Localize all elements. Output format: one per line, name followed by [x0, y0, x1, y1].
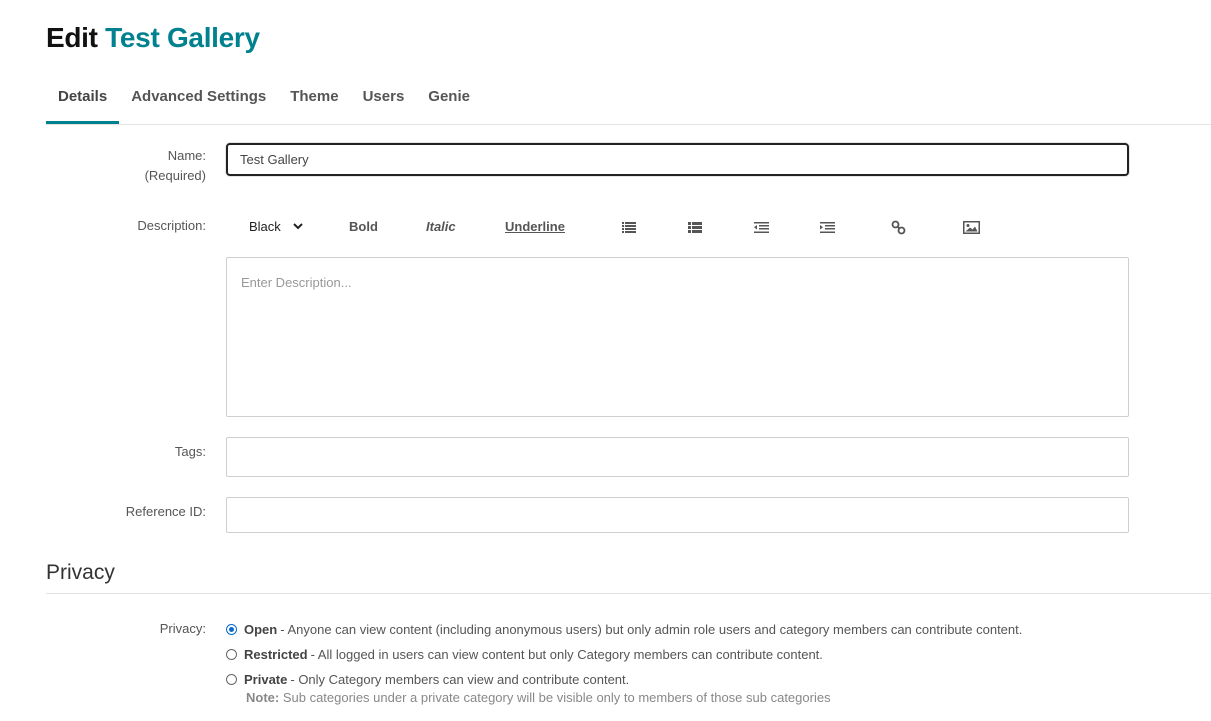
- numbered-list-icon[interactable]: [688, 222, 702, 233]
- bold-button[interactable]: Bold: [349, 219, 378, 234]
- privacy-option-open[interactable]: Open - Anyone can view content (includin…: [226, 619, 1022, 639]
- chevron-down-icon: [293, 223, 304, 230]
- tab-advanced-settings[interactable]: Advanced Settings: [119, 78, 278, 114]
- link-icon[interactable]: [891, 220, 906, 235]
- indent-icon[interactable]: [820, 222, 835, 233]
- tags-label: Tags:: [174, 444, 206, 459]
- privacy-label: Privacy:: [159, 621, 206, 636]
- gallery-name: Test Gallery: [105, 22, 260, 53]
- italic-button[interactable]: Italic: [426, 219, 456, 234]
- description-placeholder: Enter Description...: [241, 275, 352, 290]
- tab-genie[interactable]: Genie: [416, 78, 482, 114]
- option-description: - Anyone can view content (including ano…: [280, 621, 1023, 637]
- radio-open[interactable]: [226, 623, 237, 635]
- description-textarea[interactable]: Enter Description...: [226, 257, 1129, 417]
- radio-restricted[interactable]: [226, 648, 237, 660]
- option-title: Private: [244, 671, 288, 687]
- privacy-section-title: Privacy: [46, 561, 115, 584]
- note-text: Sub categories under a private category …: [279, 690, 831, 705]
- font-color-select[interactable]: Black: [249, 219, 304, 234]
- tab-bar: Details Advanced Settings Theme Users Ge…: [46, 78, 1211, 125]
- bullet-list-icon[interactable]: [622, 222, 636, 233]
- editor-toolbar: Black Bold Italic Underline: [226, 216, 1129, 240]
- outdent-icon[interactable]: [754, 222, 769, 233]
- tab-details[interactable]: Details: [46, 78, 120, 124]
- option-title: Open: [244, 621, 278, 637]
- name-label-text: Name:: [167, 148, 206, 163]
- option-description: - Only Category members can view and con…: [290, 671, 630, 687]
- privacy-option-private[interactable]: Private - Only Category members can view…: [226, 669, 629, 689]
- section-divider: [46, 593, 1211, 594]
- privacy-option-restricted[interactable]: Restricted - All logged in users can vie…: [226, 644, 823, 664]
- reference-id-label: Reference ID:: [125, 504, 206, 519]
- tags-input[interactable]: [226, 437, 1129, 477]
- image-icon[interactable]: [963, 221, 980, 234]
- font-color-value: Black: [249, 219, 281, 234]
- name-required-text: (Required): [144, 168, 206, 183]
- name-label: Name: (Required): [145, 146, 206, 186]
- page-title: Edit Test Gallery: [46, 22, 260, 54]
- option-title: Restricted: [244, 646, 308, 662]
- name-input[interactable]: [226, 143, 1129, 176]
- reference-id-input[interactable]: [226, 497, 1129, 533]
- note-label: Note:: [246, 690, 280, 705]
- option-description: - All logged in users can view content b…: [310, 646, 823, 662]
- page-title-prefix: Edit: [46, 22, 98, 53]
- underline-button[interactable]: Underline: [505, 219, 565, 234]
- tab-users[interactable]: Users: [351, 78, 417, 114]
- privacy-note: Note: Sub categories under a private cat…: [246, 690, 831, 705]
- tab-theme[interactable]: Theme: [278, 78, 350, 114]
- description-label: Description:: [137, 218, 206, 233]
- radio-private[interactable]: [226, 673, 237, 685]
